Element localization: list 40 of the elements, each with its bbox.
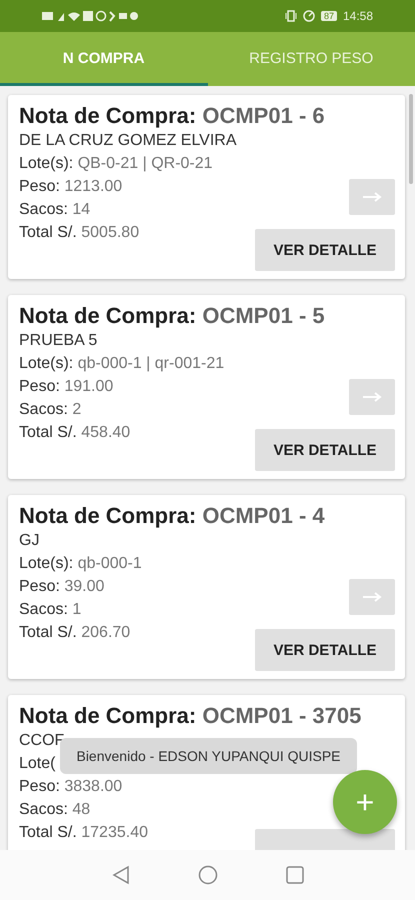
detail-button[interactable]: VER DETALLE: [255, 229, 395, 271]
card-title: Nota de Compra: OCMP01 - 4: [19, 503, 326, 529]
recent-apps-icon[interactable]: [286, 866, 304, 884]
lots-line: Lote(s): QB-0-21 | QR-0-21: [19, 154, 213, 174]
sacks-line: Sacos: 1: [19, 600, 82, 620]
speed-icon: [302, 10, 315, 22]
detail-button[interactable]: VER DETALLE: [255, 429, 395, 471]
battery-level: 87: [320, 11, 337, 21]
card-title: Nota de Compra: OCMP01 - 6: [19, 103, 326, 129]
weight-line: Peso: 1213.00: [19, 177, 122, 197]
lots-line: Lote(s): qb-000-1 | qr-001-21: [19, 354, 224, 374]
supplier-name: GJ: [19, 531, 40, 551]
detail-button[interactable]: VER DETALLE: [255, 629, 395, 671]
arrow-right-icon: [362, 192, 382, 202]
sacks-line: Sacos: 14: [19, 200, 90, 220]
card-title: Nota de Compra: OCMP01 - 3705: [19, 703, 362, 729]
vibrate-icon: [284, 10, 297, 22]
home-icon[interactable]: [198, 865, 218, 885]
total-line: Total S/. 458.40: [19, 423, 130, 443]
weight-line: Peso: 39.00: [19, 577, 104, 597]
back-icon[interactable]: [112, 865, 130, 885]
arrow-right-icon: [362, 392, 382, 402]
arrow-right-icon: [362, 592, 382, 602]
arrow-button[interactable]: [349, 179, 395, 215]
lots-line: Lote(s): qb-000-1: [19, 554, 142, 574]
lots-label: Lote(: [19, 754, 56, 774]
clock-time: 14:58: [342, 9, 373, 23]
sacks-line: Sacos: 48: [19, 800, 90, 820]
total-line: Total S/. 5005.80: [19, 223, 140, 243]
supplier-name: DE LA CRUZ GOMEZ ELVIRA: [19, 131, 237, 151]
sacks-line: Sacos: 2: [19, 400, 82, 420]
weight-line: Peso: 191.00: [19, 377, 114, 397]
weight-line: Peso: 3838.00: [19, 777, 122, 797]
supplier-name: PRUEBA 5: [19, 331, 98, 351]
arrow-button[interactable]: [349, 379, 395, 415]
toast-message: Bienvenido - EDSON YUPANQUI QUISPE: [60, 738, 357, 774]
arrow-button[interactable]: [349, 579, 395, 615]
card-title: Nota de Compra: OCMP01 - 5: [19, 303, 326, 329]
total-line: Total S/. 17235.40: [19, 823, 148, 843]
total-line: Total S/. 206.70: [19, 623, 130, 643]
